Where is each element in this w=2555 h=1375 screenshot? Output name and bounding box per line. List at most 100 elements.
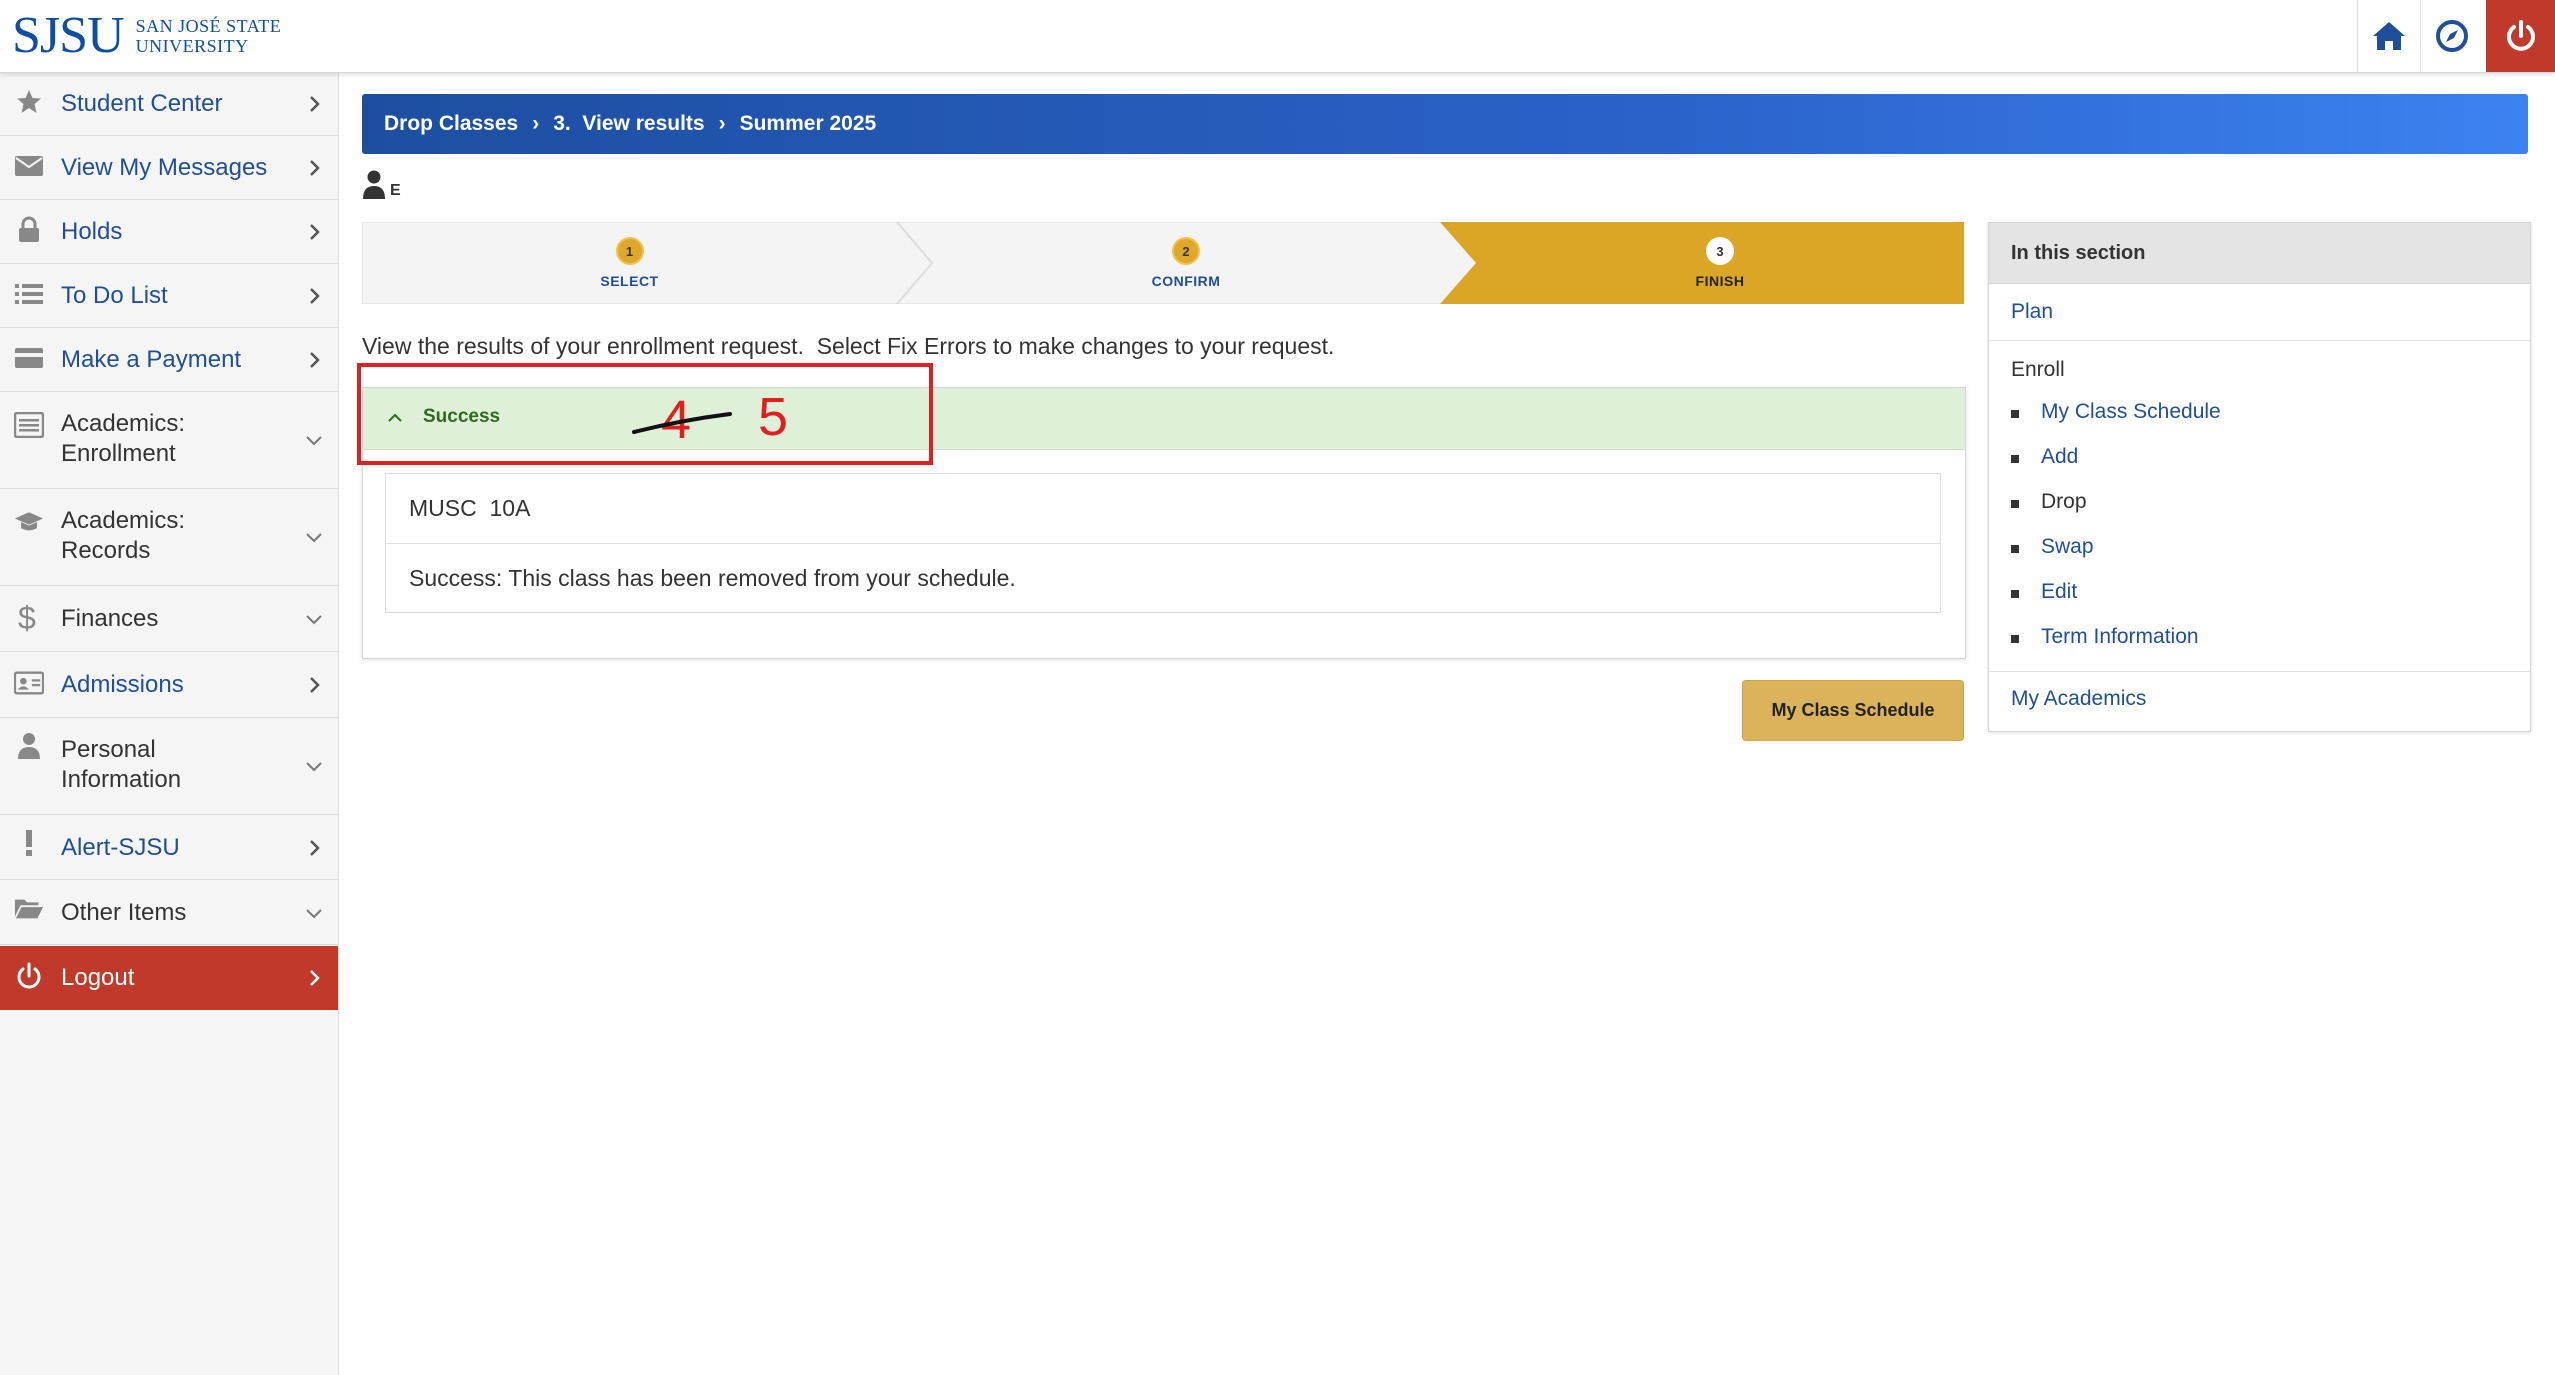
- dollar-icon: $: [18, 600, 36, 636]
- result-message: Success: This class has been removed fro…: [409, 565, 1016, 591]
- chevron-right-icon: [310, 160, 320, 176]
- sidebar-item-view-my-messages[interactable]: View My Messages: [0, 136, 338, 200]
- bullet-icon: [2011, 455, 2019, 463]
- credit-card-icon: [14, 346, 44, 376]
- link-label: My Class Schedule: [2041, 400, 2221, 423]
- my-class-schedule-button[interactable]: My Class Schedule: [1742, 680, 1964, 741]
- breadcrumb-item-term: Summer 2025: [739, 112, 877, 135]
- divider: [1989, 671, 2530, 672]
- step-confirm[interactable]: 2 CONFIRM: [932, 222, 1440, 304]
- result-card: MUSC 10A Success: This class has been re…: [385, 473, 1941, 613]
- link-label: Add: [2041, 445, 2079, 468]
- course-name: MUSC 10A: [409, 495, 531, 521]
- sidebar-item-label: View My Messages: [61, 154, 268, 181]
- chevron-right-icon: [310, 224, 320, 240]
- chevron-right-icon: [310, 970, 320, 986]
- graduation-cap-icon: [14, 509, 44, 539]
- bullet-icon: [2011, 635, 2019, 643]
- chevron-right-icon: [310, 840, 320, 856]
- sidebar-item-label: Student Center: [61, 90, 223, 117]
- enroll-heading: Enroll: [2011, 358, 2065, 381]
- folder-open-icon: [14, 896, 44, 926]
- section-nav: In this section Plan Enroll My Class Sch…: [1988, 222, 2531, 732]
- list-icon: [14, 282, 44, 312]
- chevron-down-icon: [306, 533, 322, 543]
- sidebar-item-student-center[interactable]: Student Center: [0, 72, 338, 136]
- step-number: 1: [615, 237, 644, 265]
- sidebar-item-label: Finances: [61, 605, 159, 632]
- sidebar-item-label: To Do List: [61, 282, 168, 309]
- sidebar-item-admissions[interactable]: Admissions: [0, 652, 338, 718]
- bullet-icon: [2011, 545, 2019, 553]
- sidebar-item-label: Make a Payment: [61, 346, 242, 373]
- power-icon: [14, 962, 44, 992]
- chevron-right-icon: [310, 677, 320, 693]
- breadcrumb: Drop Classes › 3. View results › Summer …: [362, 94, 2528, 154]
- top-header: SJSU SAN JOSÉ STATE UNIVERSITY: [0, 0, 2555, 73]
- sidebar-item-make-a-payment[interactable]: Make a Payment: [0, 328, 338, 392]
- breadcrumb-item-view-results[interactable]: 3. View results: [553, 112, 704, 136]
- chevron-down-icon: [306, 436, 322, 446]
- sidebar-item-label: Personal: [61, 736, 156, 763]
- sidebar-item-academics-enrollment[interactable]: Academics: Enrollment: [0, 392, 338, 489]
- sidebar-item-label: Enrollment: [61, 440, 176, 467]
- sidebar-item-label: Academics:: [61, 410, 186, 437]
- sign-out-button[interactable]: [2486, 0, 2555, 72]
- logo-mark: SJSU: [12, 7, 125, 64]
- sidebar-item-alert-sjsu[interactable]: Alert-SJSU: [0, 815, 338, 880]
- home-button[interactable]: [2357, 0, 2420, 72]
- step-select[interactable]: 1 SELECT: [362, 222, 897, 304]
- envelope-icon: [14, 154, 44, 184]
- power-icon: [2506, 20, 2535, 51]
- sidebar-item-to-do-list[interactable]: To Do List: [0, 264, 338, 328]
- step-finish: 3 FINISH: [1476, 222, 1964, 304]
- chevron-down-icon: [306, 762, 322, 772]
- sidebar-item-academics-records[interactable]: Academics: Records: [0, 489, 338, 586]
- annotation-strikethrough: [632, 412, 732, 434]
- divider: [1989, 340, 2530, 341]
- link-my-academics[interactable]: My Academics: [2011, 687, 2146, 711]
- sidebar-item-label: Logout: [61, 964, 135, 991]
- bullet-icon: [2011, 410, 2019, 418]
- link-label: Term Information: [2041, 625, 2199, 648]
- sidebar-item-label: Records: [61, 537, 151, 564]
- sidebar-item-label: Admissions: [61, 671, 184, 698]
- sidebar-item-label: Academics:: [61, 507, 186, 534]
- sidebar-item-personal-information[interactable]: Personal Information: [0, 718, 338, 815]
- sidebar-item-label: Information: [61, 766, 182, 793]
- step-label: FINISH: [1695, 273, 1745, 289]
- breadcrumb-separator-icon: ›: [532, 112, 540, 135]
- compass-icon: [2436, 20, 2468, 52]
- chevron-down-icon: [306, 615, 322, 625]
- link-label: Swap: [2041, 535, 2094, 558]
- navigator-button[interactable]: [2420, 0, 2483, 72]
- sidebar-item-label: Other Items: [61, 899, 187, 926]
- sidebar-item-logout[interactable]: Logout: [0, 946, 338, 1010]
- user-initial: E: [390, 182, 401, 199]
- logo-text: SAN JOSÉ STATE UNIVERSITY: [136, 16, 282, 56]
- link-label: Edit: [2041, 580, 2078, 603]
- breadcrumb-separator-icon: ›: [718, 112, 726, 135]
- exclamation-icon: [14, 829, 44, 859]
- chevron-right-icon: [310, 352, 320, 368]
- breadcrumb-item-drop-classes[interactable]: Drop Classes: [384, 112, 518, 136]
- lock-icon: [14, 216, 44, 246]
- step-label: SELECT: [600, 273, 659, 289]
- sidebar-item-holds[interactable]: Holds: [0, 200, 338, 264]
- step-number: 2: [1172, 237, 1200, 265]
- course-row: MUSC 10A: [386, 474, 1940, 544]
- link-plan[interactable]: Plan: [2011, 300, 2053, 324]
- sidebar-item-other-items[interactable]: Other Items: [0, 880, 338, 945]
- sidebar-item-finances[interactable]: $ Finances: [0, 586, 338, 652]
- sidebar-item-label: Alert-SJSU: [61, 834, 180, 861]
- instructions-text: View the results of your enrollment requ…: [362, 333, 1335, 359]
- bullet-icon: [2011, 500, 2019, 508]
- section-nav-title: In this section: [2011, 242, 2146, 264]
- bullet-icon: [2011, 590, 2019, 598]
- link-label: Drop: [2041, 490, 2087, 513]
- logo-line1: SAN JOSÉ STATE: [135, 16, 282, 36]
- home-icon: [2373, 22, 2405, 50]
- user-icon: [362, 170, 386, 205]
- sjsu-logo[interactable]: SJSU SAN JOSÉ STATE UNIVERSITY: [12, 10, 281, 62]
- logo-line2: UNIVERSITY: [135, 36, 249, 56]
